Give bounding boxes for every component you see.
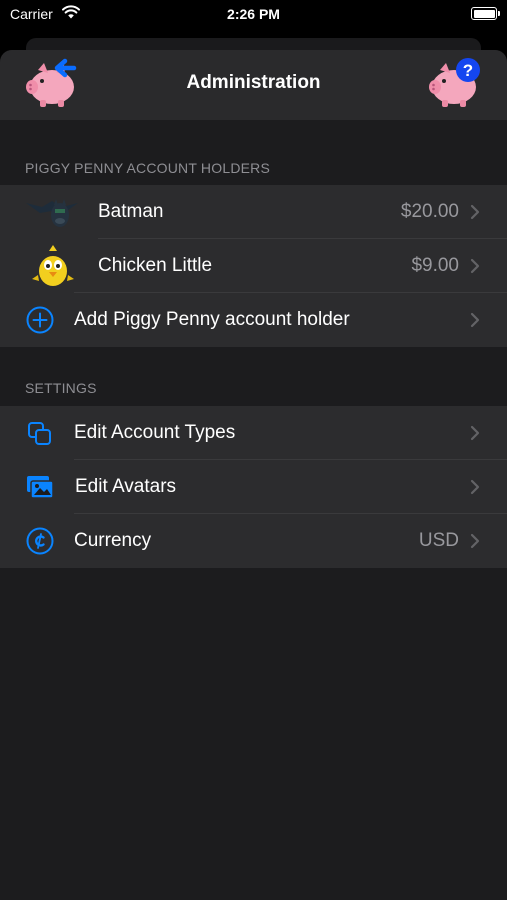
add-account-holder-row[interactable]: Add Piggy Penny account holder <box>0 293 507 347</box>
account-holder-row-chicken-little[interactable]: Chicken Little $9.00 <box>0 239 507 293</box>
edit-avatars-row[interactable]: Edit Avatars <box>0 460 507 514</box>
plus-circle-icon <box>26 306 54 334</box>
account-holder-balance: $9.00 <box>411 255 459 276</box>
add-account-holder-label: Add Piggy Penny account holder <box>74 309 350 330</box>
settings-item-label: Edit Account Types <box>74 422 236 443</box>
chicken-little-avatar <box>32 245 74 286</box>
clock: 2:26 PM <box>227 6 280 22</box>
settings-list: Edit Account Types Edit Avatars Currency… <box>0 406 507 568</box>
account-holders-list: Batman $20.00 Chicken Little $9.00 Add P… <box>0 185 507 347</box>
settings-item-label: Currency <box>74 530 152 551</box>
settings-header: SETTINGS <box>25 380 97 396</box>
account-holder-row-batman[interactable]: Batman $20.00 <box>0 185 507 239</box>
currency-row[interactable]: Currency USD <box>0 514 507 568</box>
chevron-right-icon <box>470 312 480 328</box>
status-bar: Carrier 2:26 PM <box>0 0 507 30</box>
piggy-bank-help-icon[interactable]: ? <box>428 56 482 110</box>
navigation-bar: Administration ? <box>0 50 507 120</box>
account-holder-balance: $20.00 <box>400 201 459 222</box>
account-holders-header: PIGGY PENNY ACCOUNT HOLDERS <box>25 160 271 176</box>
currency-value: USD <box>418 530 459 551</box>
edit-account-types-row[interactable]: Edit Account Types <box>0 406 507 460</box>
svg-text:?: ? <box>463 61 473 80</box>
chevron-right-icon <box>470 258 480 274</box>
chevron-right-icon <box>470 479 480 495</box>
chevron-right-icon <box>470 425 480 441</box>
photo-stack-icon <box>27 476 54 499</box>
chevron-right-icon <box>470 204 480 220</box>
administration-sheet: Administration ? PIGGY PENNY ACCOUNT HOL… <box>0 50 507 900</box>
battery-icon <box>471 7 500 20</box>
settings-item-label: Edit Avatars <box>75 476 177 497</box>
chevron-right-icon <box>470 533 480 549</box>
cent-sign-icon <box>26 527 54 555</box>
account-holder-name: Batman <box>98 201 164 222</box>
square-stack-icon <box>28 422 51 445</box>
account-holder-name: Chicken Little <box>98 255 213 276</box>
batman-avatar <box>26 199 78 227</box>
